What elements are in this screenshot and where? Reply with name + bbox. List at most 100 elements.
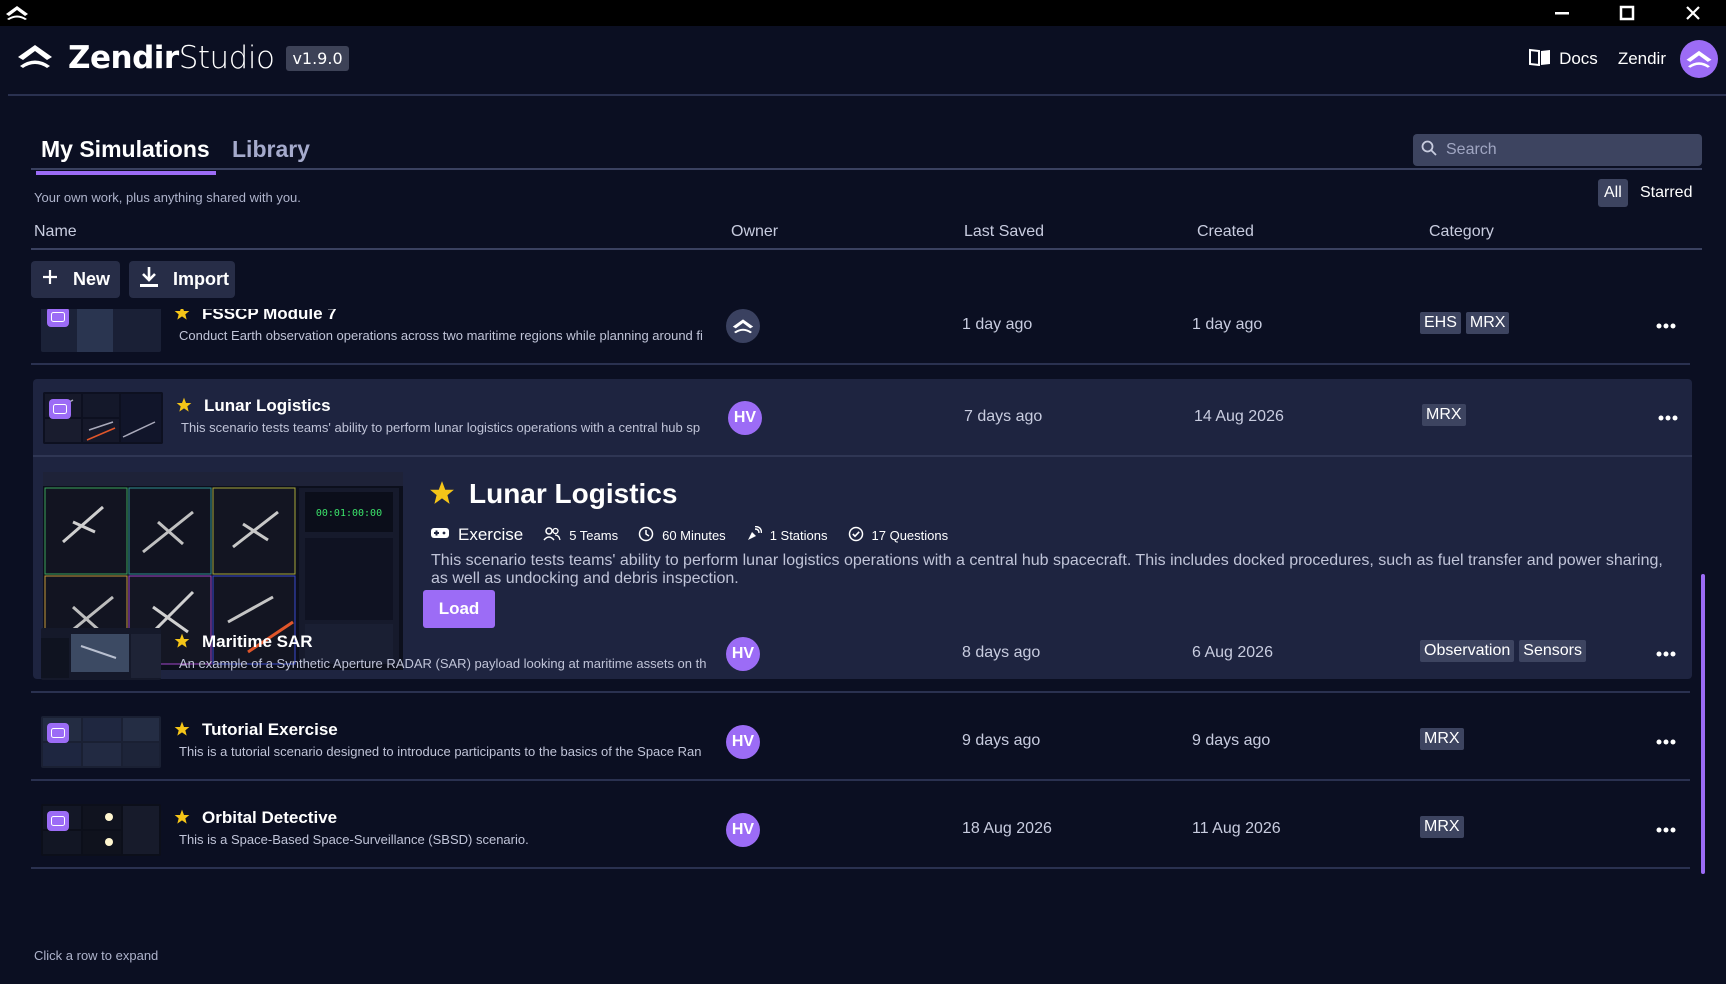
col-name[interactable]: Name [34,223,77,241]
filter-starred-button[interactable]: Starred [1634,179,1698,207]
row-title: Orbital Detective [202,808,338,827]
star-icon[interactable] [174,809,190,829]
list-scrollbar[interactable] [1701,574,1705,874]
row-description: This scenario tests teams' ability to pe… [181,420,701,435]
app-header: ZendirStudio v1.9.0 Docs Zendir [8,26,1726,96]
search-box[interactable] [1413,134,1702,166]
meta-duration-label: 60 Minutes [662,527,726,543]
detail-star-icon[interactable] [429,480,455,510]
user-avatar[interactable] [1680,40,1718,78]
plus-icon [41,268,59,291]
row-categories: MRX [1420,728,1464,750]
exercise-badge-icon [47,723,69,743]
users-icon [543,526,561,544]
more-options-icon[interactable] [1658,406,1678,425]
row-last-saved: 7 days ago [964,408,1043,425]
row-categories: MRX [1422,404,1466,426]
exercise-badge-icon [47,309,69,327]
more-options-icon[interactable] [1656,730,1676,749]
new-button[interactable]: New [31,261,120,298]
row-categories: EHS MRX [1420,312,1510,334]
tab-my-simulations[interactable]: My Simulations [36,136,216,175]
table-row[interactable]: Lunar Logistics This scenario tests team… [33,379,1692,679]
detail-description: This scenario tests teams' ability to pe… [431,552,1663,587]
col-last-saved[interactable]: Last Saved [964,223,1044,241]
star-icon[interactable] [174,721,190,741]
clock-icon [638,526,654,545]
app-title: ZendirStudio [68,40,275,76]
row-categories: Observation Sensors [1420,640,1586,662]
row-title: FSSCP Module 7 [202,309,337,323]
download-icon [139,266,159,293]
owner-avatar: HV [726,813,760,847]
maximize-button[interactable] [1597,0,1657,26]
user-name: Zendir [1617,49,1666,68]
zendir-logo-icon [16,41,54,75]
meta-teams: 5 Teams [543,526,619,544]
table-row[interactable]: Tutorial Exercise This is a tutorial sce… [31,703,1690,781]
table-row[interactable]: Maritime SAR An example of a Synthetic A… [31,615,1690,693]
simulation-list: FSSCP Module 7 Conduct Earth observation… [31,309,1702,937]
docs-label: Docs [1559,49,1598,68]
row-thumbnail [41,628,161,680]
footer-hint: Click a row to expand [34,948,159,963]
exercise-badge-icon [49,399,71,419]
preview-timer: 00:01:00:00 [316,508,382,519]
user-menu[interactable]: Zendir [1618,40,1718,78]
row-description: This is a Space-Based Space-Surveillance… [179,832,529,847]
row-created: 6 Aug 2026 [1192,644,1273,661]
gamepad-icon [430,525,450,545]
row-created: 14 Aug 2026 [1194,408,1284,425]
row-last-saved: 1 day ago [962,316,1033,333]
col-created[interactable]: Created [1197,223,1254,241]
exercise-badge-icon [47,811,69,831]
row-categories: MRX [1420,816,1464,838]
category-tag: Sensors [1519,640,1586,662]
close-button[interactable] [1663,0,1723,26]
star-icon[interactable] [174,633,190,653]
meta-teams-label: 5 Teams [569,527,619,543]
category-tag: MRX [1465,312,1510,334]
row-created: 11 Aug 2026 [1192,820,1281,837]
table-row[interactable]: FSSCP Module 7 Conduct Earth observation… [31,309,1690,365]
row-created: 9 days ago [1192,732,1271,749]
star-icon[interactable] [174,309,190,325]
col-owner[interactable]: Owner [731,223,778,241]
row-description: This is a tutorial scenario designed to … [179,744,702,759]
meta-duration: 60 Minutes [638,526,726,545]
import-button[interactable]: Import [129,261,235,298]
col-category[interactable]: Category [1429,223,1494,241]
category-tag: Observation [1420,640,1515,662]
row-title: Lunar Logistics [204,396,331,415]
owner-avatar: HV [728,401,762,435]
row-thumbnail [41,309,161,352]
filter-all-button[interactable]: All [1598,179,1628,207]
detail-title: Lunar Logistics [469,478,678,509]
search-icon [1421,140,1437,160]
more-options-icon[interactable] [1656,642,1676,661]
table-row[interactable]: Orbital Detective This is a Space-Based … [31,791,1690,869]
book-icon [1529,48,1551,71]
meta-type-label: Exercise [458,525,524,544]
window-titlebar [0,0,1726,26]
row-description: An example of a Synthetic Aperture RADAR… [179,656,707,671]
tab-library[interactable]: Library [232,136,310,171]
new-label: New [73,269,111,289]
meta-questions-label: 17 Questions [871,527,949,543]
table-header: Name Owner Last Saved Created Category [31,215,1702,250]
row-description: Conduct Earth observation operations acr… [179,328,703,343]
version-badge: v1.9.0 [286,45,349,71]
more-options-icon[interactable] [1656,818,1676,837]
row-title: Tutorial Exercise [202,720,338,739]
star-icon[interactable] [176,397,192,417]
meta-stations-label: 1 Stations [769,527,828,543]
row-created: 1 day ago [1192,316,1263,333]
row-thumbnail [41,716,161,768]
minimize-button[interactable] [1532,0,1592,26]
app-logo-icon [4,3,30,27]
search-input[interactable] [1446,141,1686,159]
category-tag: EHS [1420,312,1461,334]
more-options-icon[interactable] [1656,314,1676,333]
docs-link[interactable]: Docs [1529,48,1598,71]
row-last-saved: 8 days ago [962,644,1041,661]
